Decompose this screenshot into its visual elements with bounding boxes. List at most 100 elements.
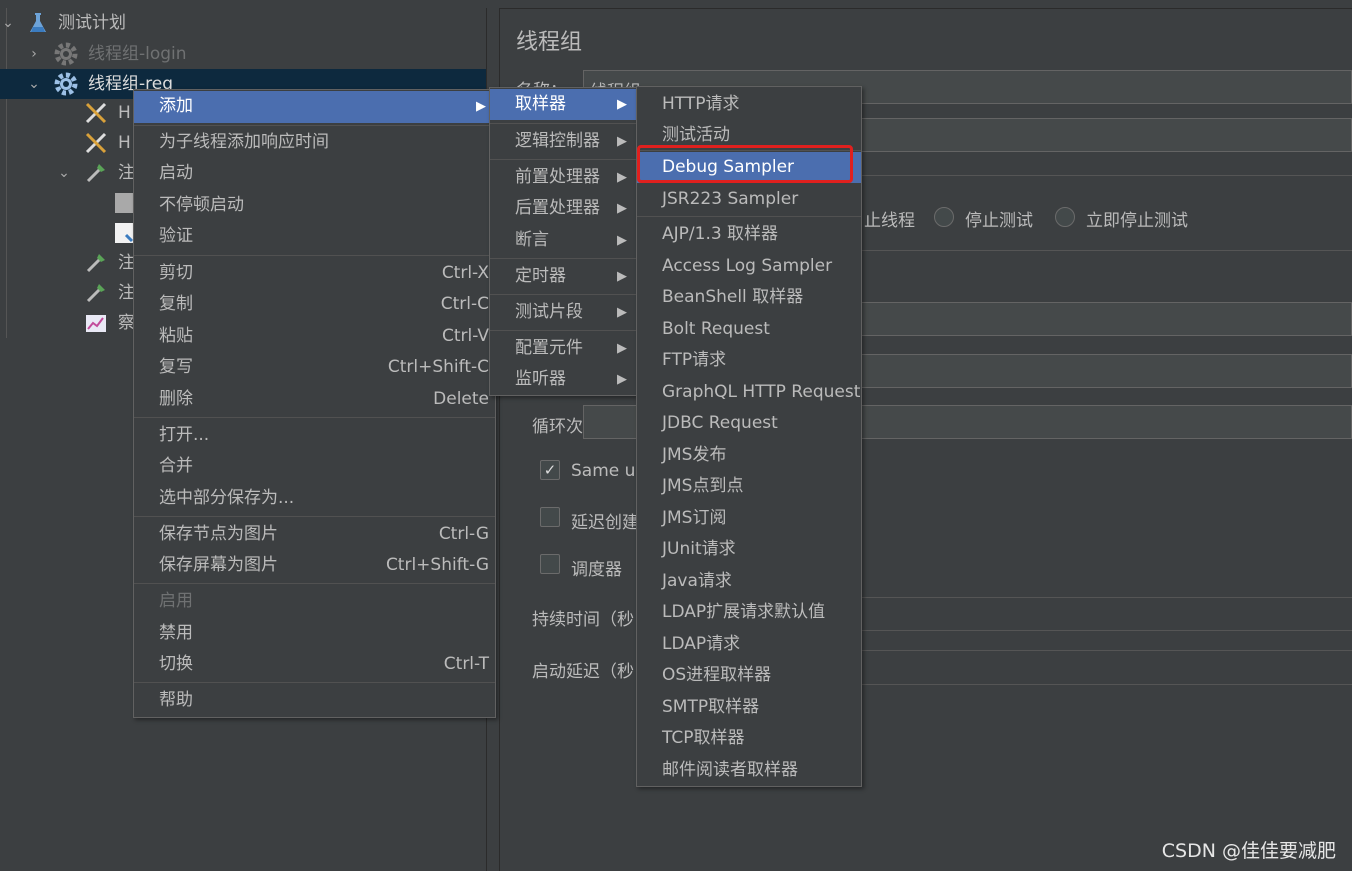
sampler-item-beanshell[interactable]: BeanShell 取样器	[637, 282, 861, 313]
menu-separator	[490, 258, 636, 259]
sampler-submenu[interactable]: HTTP请求 测试活动 Debug Sampler JSR223 Sampler…	[636, 86, 862, 787]
menu-item-label: 前置处理器	[515, 167, 600, 187]
menu-item-delete[interactable]: 删除 Delete	[134, 384, 495, 415]
menu-item-merge[interactable]: 合并	[134, 451, 495, 482]
menu-item-toggle[interactable]: 切换 Ctrl-T	[134, 649, 495, 680]
menu-item-copy[interactable]: 复制 Ctrl-C	[134, 289, 495, 320]
menu-item-cut[interactable]: 剪切 Ctrl-X	[134, 258, 495, 289]
menu-item-paste[interactable]: 粘贴 Ctrl-V	[134, 321, 495, 352]
add-submenu[interactable]: 取样器 ▶ 逻辑控制器 ▶ 前置处理器 ▶ 后置处理器 ▶ 断言 ▶ 定时器 ▶ 测试片段 ▶…	[489, 87, 637, 396]
submenu-item-listener[interactable]: 监听器 ▶	[490, 364, 636, 395]
tree-item-note-2[interactable]: 注	[0, 248, 140, 278]
submenu-item-sampler[interactable]: 取样器 ▶	[490, 89, 636, 120]
tree-item-http-1[interactable]: H	[0, 98, 140, 128]
same-user-checkbox[interactable]: ✓	[540, 460, 560, 480]
sampler-item-access-log[interactable]: Access Log Sampler	[637, 251, 861, 282]
sampler-item-jms-p2p[interactable]: JMS点到点	[637, 471, 861, 502]
sampler-item-junit[interactable]: JUnit请求	[637, 534, 861, 565]
sampler-item-ldap[interactable]: LDAP请求	[637, 629, 861, 660]
menu-item-add[interactable]: 添加 ▶	[134, 91, 495, 123]
submenu-item-config-element[interactable]: 配置元件 ▶	[490, 333, 636, 364]
menu-item-add-response-time[interactable]: 为子线程添加响应时间	[134, 127, 495, 158]
menu-item-help[interactable]: 帮助	[134, 685, 495, 716]
submenu-item-timer[interactable]: 定时器 ▶	[490, 261, 636, 292]
menu-item-save-screen-image[interactable]: 保存屏幕为图片 Ctrl+Shift-G	[134, 550, 495, 581]
gear-icon	[54, 72, 78, 96]
menu-item-label: 复写	[159, 357, 193, 377]
sampler-item-bolt[interactable]: Bolt Request	[637, 314, 861, 345]
sampler-item-ldap-ext[interactable]: LDAP扩展请求默认值	[637, 597, 861, 628]
menu-item-label: HTTP请求	[662, 94, 740, 114]
menu-item-label: TCP取样器	[662, 728, 745, 748]
menu-item-enable: 启用	[134, 586, 495, 617]
submenu-item-test-fragment[interactable]: 测试片段 ▶	[490, 297, 636, 328]
menu-item-label: Java请求	[662, 571, 732, 591]
menu-item-label: JSR223 Sampler	[662, 189, 799, 209]
menu-item-shortcut: Ctrl+Shift-G	[385, 555, 489, 575]
menu-separator	[490, 330, 636, 331]
submenu-item-pre-processor[interactable]: 前置处理器 ▶	[490, 162, 636, 193]
chevron-right-icon: ▶	[617, 372, 627, 387]
menu-separator	[490, 294, 636, 295]
tree-item-http-2[interactable]: H	[0, 128, 140, 158]
submenu-item-logic-controller[interactable]: 逻辑控制器 ▶	[490, 126, 636, 157]
sampler-item-jms-publish[interactable]: JMS发布	[637, 440, 861, 471]
sampler-item-smtp[interactable]: SMTP取样器	[637, 692, 861, 723]
submenu-item-post-processor[interactable]: 后置处理器 ▶	[490, 193, 636, 224]
menu-separator	[134, 516, 495, 517]
sampler-item-java[interactable]: Java请求	[637, 566, 861, 597]
menu-item-start-no-pause[interactable]: 不停顿启动	[134, 190, 495, 221]
menu-item-open[interactable]: 打开...	[134, 420, 495, 451]
menu-item-save-selection-as[interactable]: 选中部分保存为...	[134, 483, 495, 514]
sampler-item-graphql[interactable]: GraphQL HTTP Request	[637, 377, 861, 408]
chevron-down-icon[interactable]: ⌄	[56, 158, 72, 188]
menu-item-label: JUnit请求	[662, 539, 736, 559]
stop-test-now-radio[interactable]	[1055, 207, 1075, 227]
radio-stop-now-label: 立即停止测试	[1086, 211, 1188, 231]
sampler-item-os-process[interactable]: OS进程取样器	[637, 660, 861, 691]
tree-item-note-3[interactable]: 注	[0, 278, 140, 308]
sampler-item-jms-subscribe[interactable]: JMS订阅	[637, 503, 861, 534]
sampler-item-jdbc[interactable]: JDBC Request	[637, 408, 861, 439]
menu-item-label: 打开...	[159, 425, 210, 445]
stop-test-radio[interactable]	[934, 207, 954, 227]
sampler-item-mail-reader[interactable]: 邮件阅读者取样器	[637, 755, 861, 786]
sampler-item-http[interactable]: HTTP请求	[637, 89, 861, 120]
menu-item-label: LDAP扩展请求默认值	[662, 602, 826, 622]
menu-item-label: 删除	[159, 389, 193, 409]
tree-item-doc[interactable]	[0, 188, 140, 218]
context-menu[interactable]: 添加 ▶ 为子线程添加响应时间 启动 不停顿启动 验证 剪切 Ctrl-X 复制 Ct…	[133, 89, 496, 718]
chevron-down-icon[interactable]: ⌄	[0, 8, 16, 38]
menu-item-label: GraphQL HTTP Request	[662, 382, 861, 402]
tree-item-test-plan[interactable]: ⌄ 测试计划	[0, 8, 486, 38]
scheduler-checkbox[interactable]	[540, 554, 560, 574]
menu-item-start[interactable]: 启动	[134, 158, 495, 189]
menu-item-save-node-image[interactable]: 保存节点为图片 Ctrl-G	[134, 519, 495, 550]
sampler-item-ajp[interactable]: AJP/1.3 取样器	[637, 219, 861, 250]
menu-item-label: 后置处理器	[515, 198, 600, 218]
sampler-item-jsr223[interactable]: JSR223 Sampler	[637, 184, 861, 215]
sampler-item-tcp[interactable]: TCP取样器	[637, 723, 861, 754]
tree-item-script[interactable]	[0, 218, 140, 248]
tree-item-note-1[interactable]: ⌄ 注	[0, 158, 140, 188]
menu-item-duplicate[interactable]: 复写 Ctrl+Shift-C	[134, 352, 495, 383]
dropper-icon	[84, 251, 108, 275]
submenu-item-assertion[interactable]: 断言 ▶	[490, 225, 636, 256]
menu-item-label: JMS发布	[662, 445, 727, 465]
chevron-right-icon: ▶	[617, 269, 627, 284]
tree-item-label: H	[118, 133, 131, 153]
menu-item-validate[interactable]: 验证	[134, 221, 495, 252]
menu-item-shortcut: Ctrl-X	[441, 263, 489, 283]
chevron-right-icon[interactable]: ›	[26, 39, 42, 69]
delay-create-checkbox[interactable]	[540, 507, 560, 527]
divider	[860, 250, 1352, 251]
scheduler-label: 调度器	[571, 560, 622, 580]
menu-item-disable[interactable]: 禁用	[134, 618, 495, 649]
sampler-item-ftp[interactable]: FTP请求	[637, 345, 861, 376]
tools-icon	[84, 101, 108, 125]
menu-item-label: 禁用	[159, 623, 193, 643]
chevron-down-icon[interactable]: ⌄	[26, 69, 42, 99]
tree-item-thread-group-login[interactable]: › 线程组-login	[0, 39, 486, 69]
radio-stop-thread-label: 止线程	[864, 211, 915, 231]
tree-item-listener[interactable]: 察	[0, 308, 140, 338]
